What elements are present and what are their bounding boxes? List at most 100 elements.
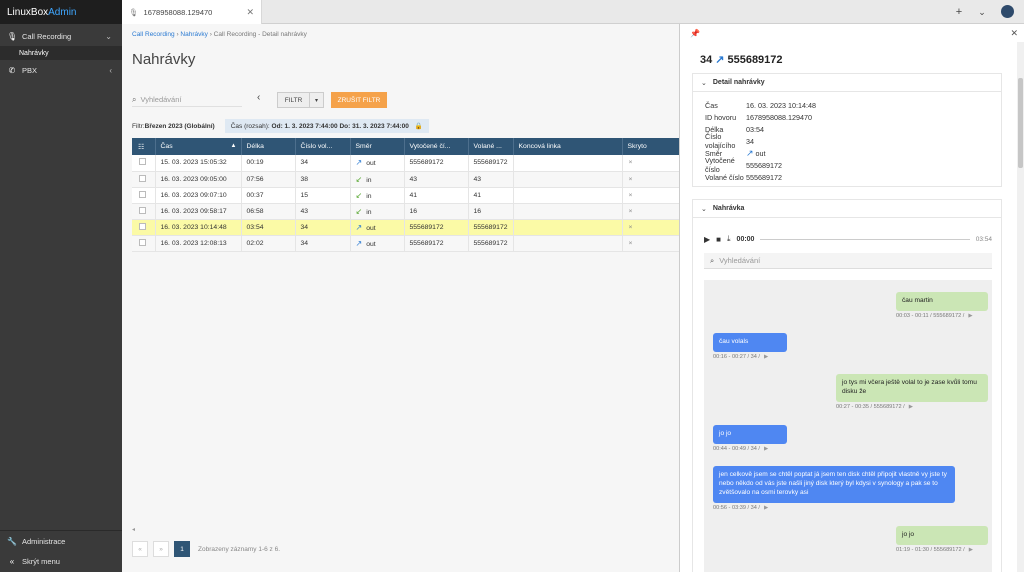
- first-page-button[interactable]: «: [132, 541, 148, 557]
- cell-direction: ↗ out: [350, 155, 405, 172]
- hide-menu-button[interactable]: « Skrýt menu: [0, 551, 122, 571]
- message-bubble[interactable]: jo jo: [896, 526, 988, 545]
- cell-caller: 34: [295, 235, 351, 252]
- brand-accent: Admin: [48, 6, 77, 18]
- table-row[interactable]: 16. 03. 2023 09:05:00 07:56 38 ↙ in 43 43 ×: [132, 171, 680, 188]
- scrollbar-thumb[interactable]: [1018, 78, 1023, 168]
- column-header-length[interactable]: Délka: [241, 138, 296, 155]
- detail-section-header[interactable]: ⌄ Detail nahrávky: [693, 74, 1001, 92]
- wrench-icon: 🔧: [7, 536, 17, 546]
- message-bubble[interactable]: čau volals: [713, 333, 787, 352]
- message-meta-text: 00:27 - 00:35 / 555689172 /: [836, 403, 905, 410]
- outgoing-arrow-icon: ↗: [715, 54, 725, 66]
- breadcrumb-link-call-recording[interactable]: Call Recording: [132, 31, 175, 38]
- message-bubble[interactable]: jen celkově jsem se chtěl poptat já jsem…: [713, 466, 955, 503]
- transcript-search-input[interactable]: ⌕ Vyhledávání: [704, 253, 992, 269]
- section-title: Nahrávka: [712, 205, 745, 212]
- play-segment-icon[interactable]: ▶: [764, 354, 768, 360]
- message-left: jen celkově jsem se chtěl poptat já jsem…: [713, 466, 955, 511]
- message-right: čau martin 00:03 - 00:11 / 555689172 /▶: [896, 292, 988, 319]
- message-meta: 00:56 - 03:39 / 34 / ▶: [713, 505, 955, 511]
- cell-called: 555689172: [468, 155, 514, 172]
- avatar[interactable]: [1001, 5, 1014, 18]
- detail-section: ⌄ Detail nahrávky Čas 16. 03. 2023 10:14:4…: [692, 73, 1002, 187]
- cell-end-line: [513, 203, 623, 220]
- brand-logo[interactable]: LinuxBox Admin: [0, 0, 122, 24]
- sidebar-item-administrace[interactable]: 🔧 Administrace: [0, 531, 122, 551]
- pin-icon[interactable]: 📌: [690, 29, 700, 38]
- prev-page-button[interactable]: »: [153, 541, 169, 557]
- sidebar-item-pbx[interactable]: ✆ PBX ‹: [0, 60, 122, 80]
- detail-value: 1678958088.129470: [746, 113, 1001, 122]
- column-header-end-line[interactable]: Koncová linka: [513, 138, 623, 155]
- column-header-dialed[interactable]: Vytočené čí...: [404, 138, 469, 155]
- column-header-caller[interactable]: Číslo vol...: [295, 138, 351, 155]
- column-header-time[interactable]: Čas ▲: [155, 138, 242, 155]
- direction-label: in: [366, 208, 372, 216]
- row-checkbox[interactable]: [132, 235, 156, 252]
- row-checkbox[interactable]: [132, 155, 156, 172]
- cell-length: 00:19: [241, 155, 296, 172]
- message-bubble[interactable]: čau martin: [896, 292, 988, 311]
- chevron-down-icon: ⌄: [701, 205, 707, 213]
- sidebar-item-call-recording[interactable]: 🎙 Call Recording ⌄: [0, 26, 122, 46]
- cell-length: 03:54: [241, 219, 296, 236]
- stop-icon[interactable]: ■: [716, 235, 721, 244]
- close-panel-button[interactable]: ✕: [1010, 28, 1018, 39]
- breadcrumb-link-nahravky[interactable]: Nahrávky: [180, 31, 207, 38]
- play-segment-icon[interactable]: ▶: [764, 505, 768, 511]
- play-segment-icon[interactable]: ▶: [764, 446, 768, 452]
- caret-down-icon[interactable]: ▾: [310, 93, 323, 107]
- table-row[interactable]: 16. 03. 2023 09:58:17 06:58 43 ↙ in 16 16 ×: [132, 203, 680, 220]
- cell-length: 06:58: [241, 203, 296, 220]
- message-meta-text: 00:16 - 00:27 / 34 /: [713, 353, 760, 360]
- search-input[interactable]: ⌕ Vyhledávání: [132, 93, 242, 107]
- message-meta-text: 00:56 - 03:39 / 34 /: [713, 504, 760, 511]
- table-row[interactable]: 16. 03. 2023 09:07:10 00:37 15 ↙ in 41 41 ×: [132, 187, 680, 204]
- outgoing-arrow-icon: ↗: [746, 147, 754, 158]
- scroll-left-icon[interactable]: ◂: [132, 526, 135, 533]
- detail-row: Volané číslo 555689172: [693, 171, 1001, 183]
- detail-panel: 📌 ✕ 34 ↗ 555689172 ⌄ Detail nahrávky Čas 16.…: [679, 24, 1024, 572]
- main-content: Call Recording › Nahrávky › Call Recordi…: [122, 24, 680, 572]
- recording-section-header[interactable]: ⌄ Nahrávka: [693, 200, 1001, 218]
- close-tab-icon[interactable]: ✕: [246, 7, 254, 18]
- sidebar-subitem-nahravky[interactable]: Nahrávky: [0, 46, 122, 60]
- panel-scrollbar[interactable]: [1017, 42, 1024, 572]
- message-bubble[interactable]: jo jo: [713, 425, 787, 444]
- table-row[interactable]: 15. 03. 2023 15:05:32 00:19 34 ↗ out 55568917…: [132, 155, 680, 172]
- chevron-down-icon[interactable]: ⌄: [975, 5, 989, 19]
- row-checkbox[interactable]: [132, 171, 156, 188]
- column-header-hidden[interactable]: Skryto: [622, 138, 680, 155]
- add-tab-button[interactable]: +: [952, 5, 966, 19]
- cell-caller: 43: [295, 203, 351, 220]
- detail-row: ID hovoru 1678958088.129470: [693, 111, 1001, 123]
- chevron-left-double-icon: «: [9, 556, 15, 566]
- cancel-filter-button[interactable]: ZRUŠIT FILTR: [331, 92, 387, 108]
- hidden-x-icon: ×: [628, 207, 633, 215]
- play-segment-icon[interactable]: ▶: [909, 404, 913, 410]
- cell-length: 00:37: [241, 187, 296, 204]
- filter-button[interactable]: FILTR ▾: [277, 92, 324, 108]
- cell-end-line: [513, 219, 623, 236]
- play-icon[interactable]: ▶: [704, 235, 710, 244]
- download-icon[interactable]: ⤓: [727, 234, 731, 244]
- breadcrumb: Call Recording › Nahrávky › Call Recordi…: [132, 31, 307, 38]
- table-header-row: ☷ Čas ▲ Délka Číslo vol... Směr Vytočené …: [132, 138, 680, 155]
- tab-recording[interactable]: 🎙 1678958088.129470 ✕: [122, 0, 262, 24]
- play-segment-icon[interactable]: ▶: [969, 547, 973, 553]
- table-row[interactable]: 16. 03. 2023 12:08:13 02:02 34 ↗ out 55568917…: [132, 235, 680, 252]
- message-bubble[interactable]: jo tys mi včera ještě volal to je zase k…: [836, 374, 988, 402]
- range-filter-chip[interactable]: Čas (rozsah): Od: 1. 3. 2023 7:44:00 Do:…: [224, 119, 429, 133]
- column-header-called[interactable]: Volané ...: [468, 138, 514, 155]
- row-checkbox[interactable]: [132, 187, 156, 204]
- row-checkbox[interactable]: [132, 219, 156, 236]
- player-progress-track[interactable]: [760, 238, 970, 240]
- column-chooser-icon[interactable]: ☷: [132, 138, 156, 155]
- table-row[interactable]: 16. 03. 2023 10:14:48 03:54 34 ↗ out 55568917…: [132, 219, 680, 236]
- back-button[interactable]: ‹: [257, 92, 260, 103]
- page-number-button[interactable]: 1: [174, 541, 190, 557]
- column-header-direction[interactable]: Směr: [350, 138, 405, 155]
- row-checkbox[interactable]: [132, 203, 156, 220]
- play-segment-icon[interactable]: ▶: [968, 313, 972, 319]
